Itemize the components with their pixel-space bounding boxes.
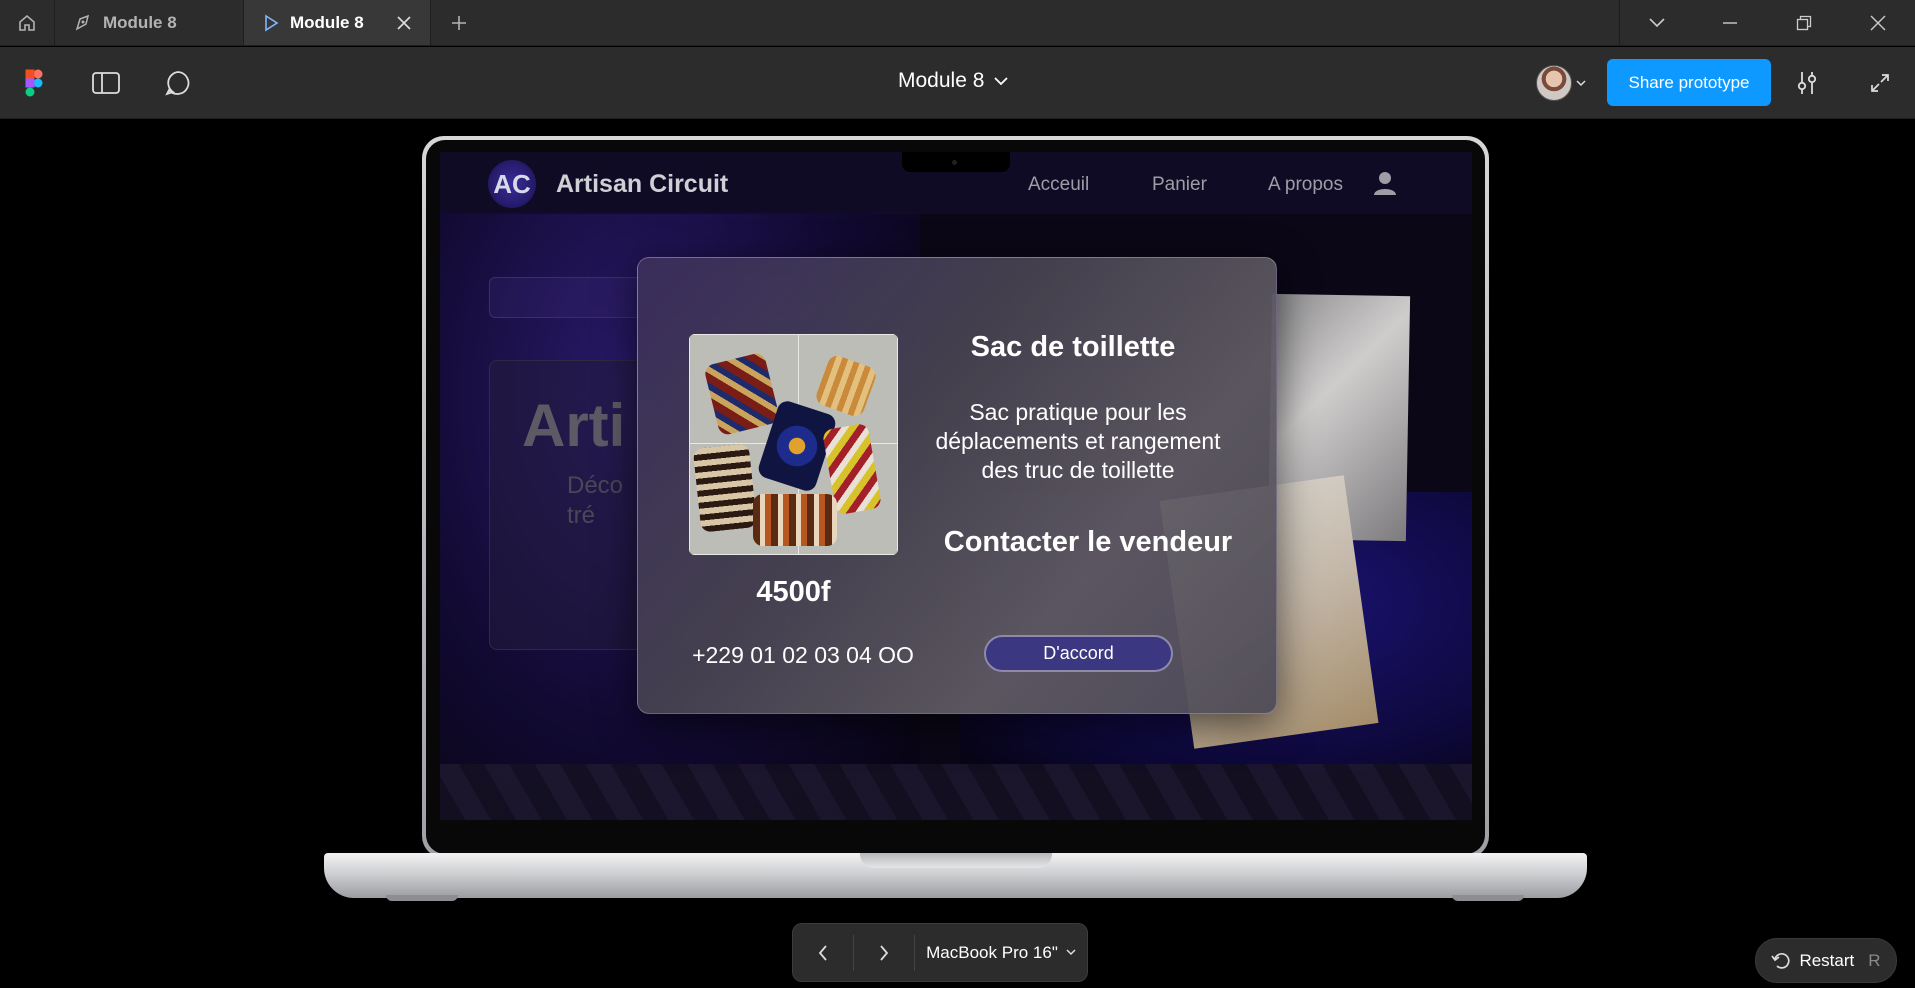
site-logo[interactable]: AC [488, 160, 536, 208]
tabs-menu-button[interactable] [1619, 0, 1693, 45]
nav-link-a-propos[interactable]: A propos [1268, 174, 1343, 196]
sliders-icon [1797, 72, 1817, 94]
restore-icon [1796, 15, 1812, 30]
device-selector[interactable]: MacBook Pro 16" [915, 943, 1087, 963]
toggle-sidebar-button[interactable] [86, 63, 126, 103]
hero-description: Déco tré [567, 472, 624, 529]
tab-module-8-design[interactable]: Module 8 [55, 0, 244, 45]
minimize-button[interactable] [1693, 0, 1767, 45]
restart-icon [1771, 952, 1790, 969]
share-prototype-button[interactable]: Share prototype [1607, 59, 1771, 106]
device-navigation-bar: MacBook Pro 16" [792, 923, 1088, 982]
tab-module-8-prototype[interactable]: Module 8 [244, 0, 431, 45]
tab-label: Module 8 [103, 12, 177, 32]
chevron-down-icon [1576, 79, 1586, 86]
close-icon [1870, 15, 1886, 30]
window-tab-strip: Module 8 Module 8 [0, 0, 1915, 46]
device-label: MacBook Pro 16" [926, 942, 1058, 962]
product-description: Sac pratique pour les déplacements et ra… [935, 399, 1221, 483]
close-window-button[interactable] [1841, 0, 1915, 45]
minimize-icon [1723, 21, 1737, 24]
document-title-menu[interactable]: Module 8 [898, 69, 1009, 93]
previous-frame-button[interactable] [793, 924, 853, 981]
plus-icon [452, 15, 466, 30]
prototype-settings-button[interactable] [1787, 63, 1827, 103]
contact-seller-heading: Contacter le vendeur [943, 526, 1233, 558]
figma-logo-icon [25, 69, 43, 97]
avatar [1536, 65, 1572, 101]
user-menu[interactable] [1536, 65, 1586, 101]
figma-menu-button[interactable] [14, 63, 54, 103]
restore-button[interactable] [1767, 0, 1841, 45]
restart-button[interactable]: Restart R [1755, 938, 1897, 983]
comments-button[interactable] [158, 63, 198, 103]
seller-phone: +229 01 02 03 04 OO [692, 642, 914, 668]
comment-icon [165, 71, 190, 96]
decorative-pattern [440, 764, 1472, 820]
restart-label: Restart [1799, 950, 1855, 970]
product-modal: 4500f +229 01 02 03 04 OO Sac de toillet… [637, 257, 1277, 714]
nav-link-panier[interactable]: Panier [1152, 174, 1207, 196]
expand-icon [1871, 74, 1889, 92]
hero-title: Arti [522, 392, 626, 459]
site-name: Artisan Circuit [556, 170, 729, 198]
prototype-toolbar: Module 8 Share prototype [0, 47, 1915, 119]
nav-link-acceuil[interactable]: Acceuil [1028, 174, 1089, 196]
tab-label: Module 8 [290, 12, 364, 32]
user-icon [1374, 172, 1396, 195]
account-button[interactable] [1372, 170, 1398, 201]
home-button[interactable] [0, 0, 55, 45]
home-icon [19, 14, 35, 31]
confirm-button[interactable]: D'accord [984, 635, 1173, 672]
document-title: Module 8 [898, 69, 985, 92]
sidebar-icon [92, 72, 120, 94]
chevron-down-icon [1648, 17, 1665, 27]
fullscreen-button[interactable] [1860, 63, 1900, 103]
play-icon [265, 14, 279, 31]
next-frame-button[interactable] [854, 924, 914, 981]
chevron-down-icon [994, 76, 1009, 85]
product-title: Sac de toillette [970, 331, 1176, 363]
chevron-right-icon [880, 944, 889, 961]
restart-shortcut: R [1868, 950, 1881, 970]
product-image [689, 334, 898, 555]
pen-tool-icon [75, 14, 90, 31]
close-tab-icon[interactable] [396, 15, 412, 31]
chevron-left-icon [818, 944, 827, 961]
product-price: 4500f [756, 576, 831, 608]
chevron-down-icon [1066, 949, 1076, 956]
new-tab-button[interactable] [431, 0, 487, 45]
